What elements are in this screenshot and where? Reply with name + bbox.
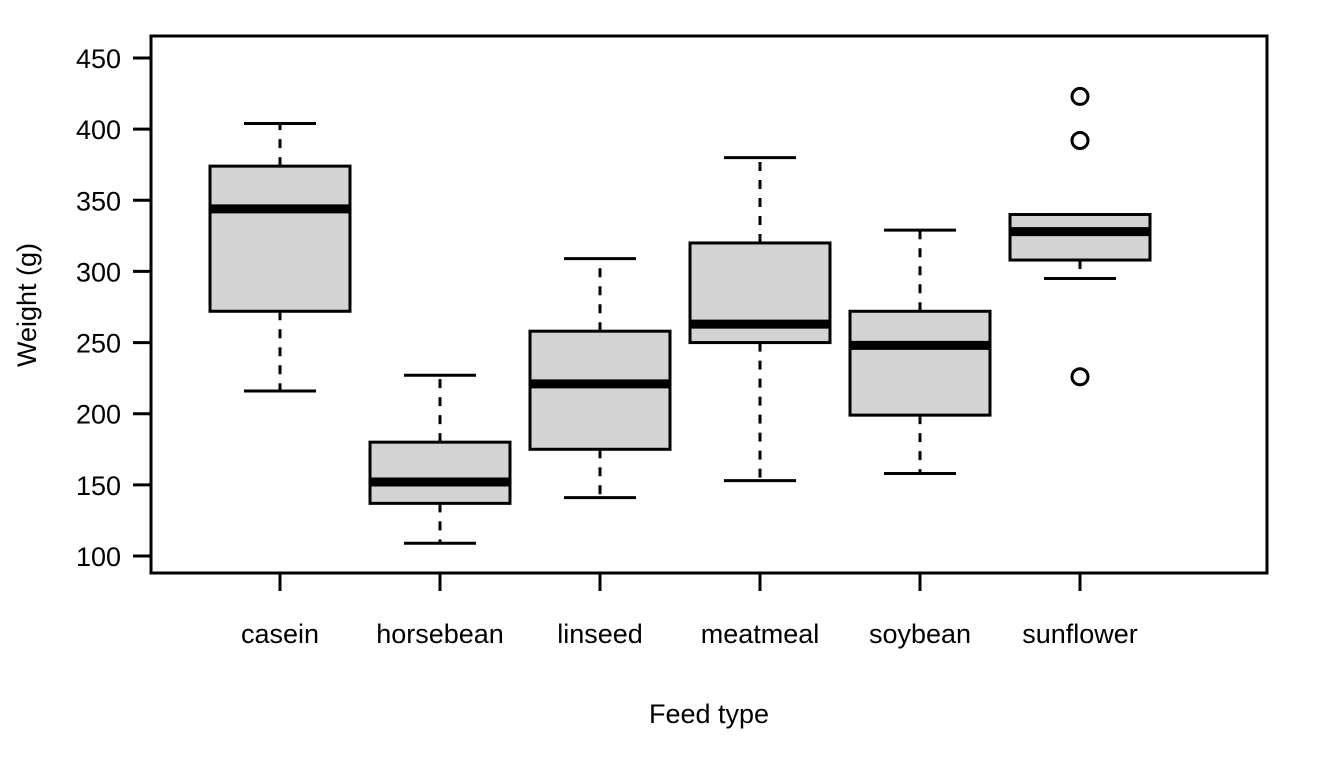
y-tick-label: 400 (76, 115, 121, 145)
box-iqr (208, 164, 352, 313)
y-tick-label: 200 (76, 400, 121, 430)
x-tick-label: horsebean (376, 619, 504, 649)
boxplot-figure: 100 150 200 250 300 350 400 450 casein horsebean… (0, 0, 1344, 768)
x-tick-label: soybean (869, 619, 971, 649)
y-tick-label: 250 (76, 329, 121, 359)
y-tick-label: 300 (76, 257, 121, 287)
box-iqr (368, 440, 512, 505)
figure-background (0, 0, 1344, 768)
x-tick-label: meatmeal (701, 619, 820, 649)
chart-canvas: 100 150 200 250 300 350 400 450 casein horsebean… (0, 0, 1344, 768)
box-iqr (1008, 213, 1152, 262)
x-axis-title: Feed type (649, 699, 769, 729)
y-tick-label: 350 (76, 186, 121, 216)
x-tick-label: sunflower (1022, 619, 1138, 649)
box-iqr (848, 309, 992, 417)
y-tick-label: 150 (76, 471, 121, 501)
x-tick-label: casein (241, 619, 319, 649)
y-tick-label: 100 (76, 542, 121, 572)
box-iqr (528, 329, 672, 451)
y-tick-label: 450 (76, 44, 121, 74)
y-axis-title: Weight (g) (12, 243, 42, 367)
x-tick-label: linseed (557, 619, 643, 649)
